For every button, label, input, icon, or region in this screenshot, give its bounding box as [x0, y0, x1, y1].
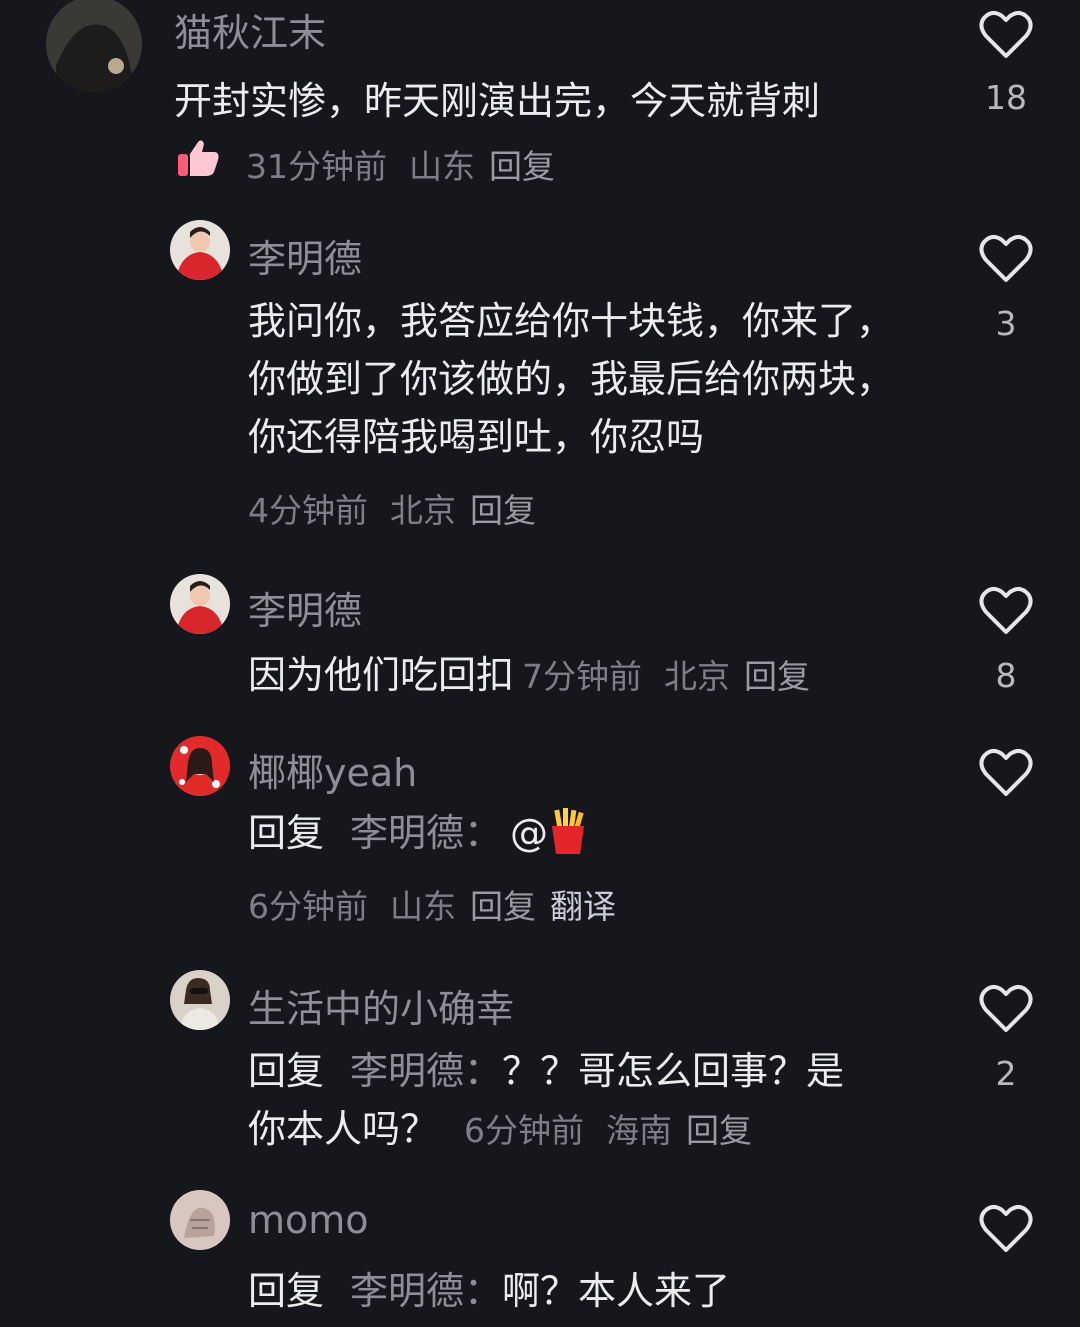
- avatar[interactable]: [170, 970, 230, 1030]
- comment-username[interactable]: 猫秋江末: [174, 2, 326, 57]
- reply-button[interactable]: 回复: [489, 147, 555, 186]
- comment-time: 4分钟前: [248, 491, 368, 530]
- heart-outline-icon: [979, 587, 1033, 634]
- comment-location: 山东: [409, 147, 475, 186]
- mention-link[interactable]: 李明德：: [350, 1049, 502, 1093]
- comment-text[interactable]: ？？哥怎么回事？是: [502, 1049, 844, 1093]
- heart-outline-icon: [979, 1205, 1033, 1252]
- heart-outline-icon: [979, 985, 1033, 1032]
- comment-text-row: 回复 李明德：啊？本人来了: [248, 1262, 730, 1320]
- comment-text[interactable]: 你本人吗？: [248, 1107, 438, 1151]
- comment-text-row: 回复 李明德： @: [248, 804, 588, 862]
- comment-time: 6分钟前: [464, 1111, 585, 1150]
- comment-text-row: 回复 李明德：？？哥怎么回事？是: [248, 1042, 844, 1100]
- reply-button[interactable]: 回复: [470, 491, 536, 530]
- comment-text[interactable]: 啊？本人来了: [502, 1269, 730, 1313]
- like-button[interactable]: [978, 10, 1034, 60]
- comment-text[interactable]: 因为他们吃回扣: [248, 653, 514, 697]
- comment-username[interactable]: 李明德: [248, 228, 362, 283]
- comment-text-line[interactable]: 你做到了你该做的，我最后给你两块，: [248, 350, 894, 408]
- comment-text-line[interactable]: 你还得陪我喝到吐，你忍吗: [248, 408, 704, 466]
- heart-outline-icon: [979, 235, 1033, 282]
- comment-time: 6分钟前: [248, 887, 368, 926]
- like-count: 8: [995, 656, 1017, 695]
- comment-meta: 4分钟前 北京 回复: [248, 484, 558, 532]
- comment-username[interactable]: 生活中的小确幸: [248, 978, 514, 1033]
- avatar[interactable]: [170, 574, 230, 634]
- thumbs-up-icon: [178, 140, 219, 176]
- comment-location: 海南: [606, 1111, 673, 1150]
- comment-username[interactable]: 李明德: [248, 580, 362, 635]
- like-button[interactable]: [978, 984, 1034, 1034]
- comment-location: 山东: [390, 887, 456, 926]
- like-button[interactable]: [978, 586, 1034, 636]
- like-button[interactable]: [978, 1204, 1034, 1254]
- comment-location: 北京: [664, 657, 731, 696]
- fries-icon: [552, 808, 585, 854]
- heart-outline-icon: [979, 11, 1033, 58]
- like-count: 3: [995, 304, 1017, 343]
- heart-outline-icon: [979, 749, 1033, 796]
- comment-meta: 31分钟前 山东 回复: [246, 140, 577, 188]
- mention-link[interactable]: 李明德：: [350, 811, 502, 855]
- comment-text-row: 因为他们吃回扣 7分钟前 北京 回复: [248, 646, 810, 706]
- avatar[interactable]: [170, 1190, 230, 1250]
- avatar[interactable]: [170, 736, 230, 796]
- reply-prefix: 回复: [248, 811, 325, 855]
- comment-meta: 6分钟前 山东 回复 翻译: [248, 880, 638, 928]
- reply-button[interactable]: 回复: [744, 657, 810, 696]
- avatar[interactable]: [46, 0, 142, 92]
- reply-button[interactable]: 回复: [470, 887, 536, 926]
- like-button[interactable]: [978, 748, 1034, 798]
- comment-username[interactable]: 椰椰yeah: [248, 742, 417, 797]
- comment-username[interactable]: momo: [248, 1198, 369, 1242]
- comment-text[interactable]: 开封实惨，昨天刚演出完，今天就背刺: [174, 72, 820, 130]
- comment-text-line[interactable]: 我问你，我答应给你十块钱，你来了，: [248, 292, 894, 350]
- comment-time: 7分钟前: [522, 657, 643, 696]
- translate-button[interactable]: 翻译: [550, 887, 616, 926]
- comment-location: 北京: [390, 491, 456, 530]
- comment-text[interactable]: @: [510, 811, 548, 855]
- reply-button[interactable]: 回复: [686, 1111, 752, 1150]
- comment-time: 31分钟前: [246, 147, 387, 186]
- avatar[interactable]: [170, 220, 230, 280]
- like-button[interactable]: [978, 234, 1034, 284]
- mention-link[interactable]: 李明德：: [350, 1269, 502, 1313]
- like-count: 18: [985, 78, 1027, 117]
- like-count: 2: [995, 1054, 1017, 1093]
- reply-prefix: 回复: [248, 1269, 325, 1313]
- reply-prefix: 回复: [248, 1049, 325, 1093]
- comment-text-row: 你本人吗？ 6分钟前 海南 回复: [248, 1100, 752, 1160]
